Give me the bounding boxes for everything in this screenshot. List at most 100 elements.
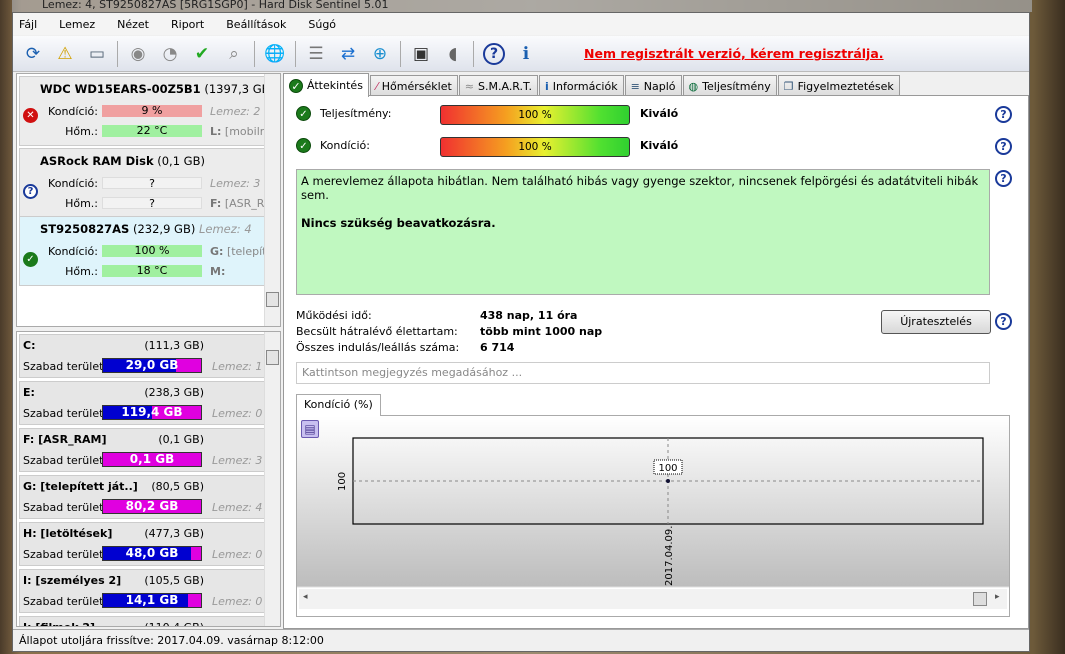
- volume-size: (0,1 GB): [158, 433, 204, 446]
- condition-label: Kondíció:: [48, 245, 98, 258]
- scroll-right-icon[interactable]: ▸: [995, 592, 1000, 602]
- check-icon: ✓: [289, 78, 303, 93]
- tab-label: Hőmérséklet: [381, 79, 452, 93]
- disk-check-icon[interactable]: ✔: [189, 41, 215, 67]
- disk-item[interactable]: ASRock RAM Disk (0,1 GB) ? Kondíció: ? L…: [19, 148, 266, 218]
- network-icon[interactable]: ⊕: [367, 41, 393, 67]
- tab-performance[interactable]: ◍ Teljesítmény: [682, 75, 777, 96]
- free-space-value: 14,1 GB: [125, 593, 179, 607]
- volume-item[interactable]: E: (238,3 GB) Szabad terület 119,4 GB Lemez:…: [19, 381, 265, 425]
- menu-disk[interactable]: Lemez: [59, 18, 95, 31]
- disk-search-icon[interactable]: ⌕: [221, 41, 247, 67]
- info-icon: i: [544, 79, 549, 93]
- tab-log[interactable]: ≡ Napló: [624, 75, 682, 96]
- scroll-thumb[interactable]: [973, 592, 987, 606]
- volume-item[interactable]: J: [filmek 2] (110,4 GB): [19, 616, 265, 626]
- disk-timer-icon[interactable]: ◔: [157, 41, 183, 67]
- chart-scrollbar[interactable]: ◂ ▸: [299, 589, 1007, 609]
- free-space-value: 29,0 GB: [125, 358, 179, 372]
- volume-item[interactable]: I: [személyes 2] (105,5 GB) Szabad terület…: [19, 569, 265, 613]
- uptime-label: Működési idő:: [296, 309, 372, 322]
- menu-view[interactable]: Nézet: [117, 18, 149, 31]
- scroll-thumb[interactable]: [266, 350, 279, 365]
- condition-label: Kondíció:: [320, 139, 370, 152]
- help-icon[interactable]: ?: [481, 41, 507, 67]
- refresh-icon[interactable]: ⟳: [20, 41, 46, 67]
- drive-name: [telepíte: [226, 245, 266, 258]
- disk-number: Lemez: 3: [212, 454, 263, 467]
- free-space-bar: 29,0 GB: [102, 358, 202, 373]
- disk-number: Lemez: 4: [212, 501, 263, 514]
- menu-file[interactable]: Fájl: [19, 18, 37, 31]
- data-label: 100: [658, 463, 677, 474]
- alerts-icon: ❐: [783, 79, 794, 93]
- uptime-value: 438 nap, 11 óra: [480, 309, 578, 322]
- disk-icon[interactable]: ▭: [84, 41, 110, 67]
- disk-number: Lemez: 1: [212, 360, 263, 373]
- register-link[interactable]: Nem regisztrált verzió, kérem regisztrál…: [584, 46, 884, 61]
- help-icon[interactable]: ?: [995, 138, 1012, 155]
- menu-report[interactable]: Riport: [171, 18, 204, 31]
- free-space-bar: 48,0 GB: [102, 546, 202, 561]
- separator: [295, 40, 296, 67]
- free-space-label: Szabad terület: [23, 454, 104, 467]
- tab-info[interactable]: i Információk: [538, 75, 624, 96]
- help-icon[interactable]: ?: [995, 106, 1012, 123]
- volume-item[interactable]: F: [ASR_RAM] (0,1 GB) Szabad terület 0,1 GB…: [19, 428, 265, 472]
- info-icon[interactable]: ℹ: [513, 41, 539, 67]
- window-title: Lemez: 4, ST9250827AS [5RG1SGP0] - Hard …: [12, 0, 1032, 12]
- volume-item[interactable]: C: (111,3 GB) Szabad terület 29,0 GB Lemez: …: [19, 334, 265, 378]
- free-space-label: Szabad terület: [23, 595, 104, 608]
- toolbar: ⟳ ⚠ ▭ ◉ ◔ ✔ ⌕ 🌐 ☰ ⇄ ⊕ ▣ ◖ ? ℹ Nem regisz…: [13, 36, 1029, 72]
- retest-button[interactable]: Újratesztelés: [881, 310, 991, 334]
- status-text: A merevlemez állapota hibátlan. Nem talá…: [301, 174, 979, 202]
- help-icon[interactable]: ?: [995, 170, 1012, 187]
- scroll-left-icon[interactable]: ◂: [303, 592, 308, 602]
- free-space-label: Szabad terület: [23, 360, 104, 373]
- globe-icon[interactable]: 🌐: [262, 41, 288, 67]
- drive-letter: M:: [210, 265, 226, 278]
- volume-size: (477,3 GB): [144, 527, 204, 540]
- disk-surface-icon[interactable]: ◉: [125, 41, 151, 67]
- volume-name: J: [filmek 2]: [23, 621, 95, 626]
- disk-list-scrollbar[interactable]: [264, 74, 280, 326]
- disk-number: Lemez: 0: [212, 548, 263, 561]
- temp-label: Hőm.:: [65, 125, 98, 138]
- tab-label: Áttekintés: [307, 79, 363, 92]
- send-icon[interactable]: ⇄: [335, 41, 361, 67]
- volume-size: (80,5 GB): [151, 480, 204, 493]
- tab-alerts[interactable]: ❐ Figyelmeztetések: [777, 75, 900, 96]
- free-space-label: Szabad terület: [23, 501, 104, 514]
- note-input[interactable]: Kattintson megjegyzés megadásához ...: [296, 362, 990, 384]
- monitor-icon[interactable]: ▣: [408, 41, 434, 67]
- status-message: A merevlemez állapota hibátlan. Nem talá…: [296, 169, 990, 295]
- sound-icon[interactable]: ◖: [440, 41, 466, 67]
- disk-item[interactable]: WDC WD15EARS-00Z5B1 (1397,3 GB) ✕ Kondíc…: [19, 76, 274, 146]
- free-space-bar: 0,1 GB: [102, 452, 202, 467]
- tab-label: Információk: [552, 79, 618, 93]
- help-icon[interactable]: ?: [995, 313, 1012, 330]
- menu-help[interactable]: Súgó: [308, 18, 336, 31]
- volume-list-scrollbar[interactable]: [264, 332, 280, 626]
- thermometer-icon: ⁄: [375, 79, 378, 93]
- log-icon: ≡: [630, 79, 640, 93]
- disk-number: Lemez: 0: [212, 407, 263, 420]
- volume-size: (238,3 GB): [144, 386, 204, 399]
- tab-temperature[interactable]: ⁄ Hőmérséklet: [369, 75, 458, 96]
- free-space-label: Szabad terület: [23, 548, 104, 561]
- temp-label: Hőm.:: [65, 265, 98, 278]
- report-icon[interactable]: ☰: [303, 41, 329, 67]
- alert-refresh-icon[interactable]: ⚠: [52, 41, 78, 67]
- scroll-thumb[interactable]: [266, 292, 279, 307]
- disk-item-selected[interactable]: ST9250827AS (232,9 GB) Lemez: 4 ✓ Kondíc…: [19, 216, 266, 286]
- volume-item[interactable]: H: [letöltések] (477,3 GB) Szabad terület 4…: [19, 522, 265, 566]
- tab-overview[interactable]: ✓ Áttekintés: [283, 73, 369, 97]
- status-advice: Nincs szükség beavatkozásra.: [301, 216, 496, 230]
- menu-settings[interactable]: Beállítások: [226, 18, 286, 31]
- temp-bar: 18 °C: [102, 265, 202, 277]
- chart-tab-condition[interactable]: Kondíció (%): [296, 394, 381, 416]
- tab-smart[interactable]: ≈ S.M.A.R.T.: [458, 75, 538, 96]
- disk-name: ASRock RAM Disk: [40, 154, 154, 168]
- volume-item[interactable]: G: [telepített ját..] (80,5 GB) Szabad ter…: [19, 475, 265, 519]
- temp-bar: ?: [102, 197, 202, 210]
